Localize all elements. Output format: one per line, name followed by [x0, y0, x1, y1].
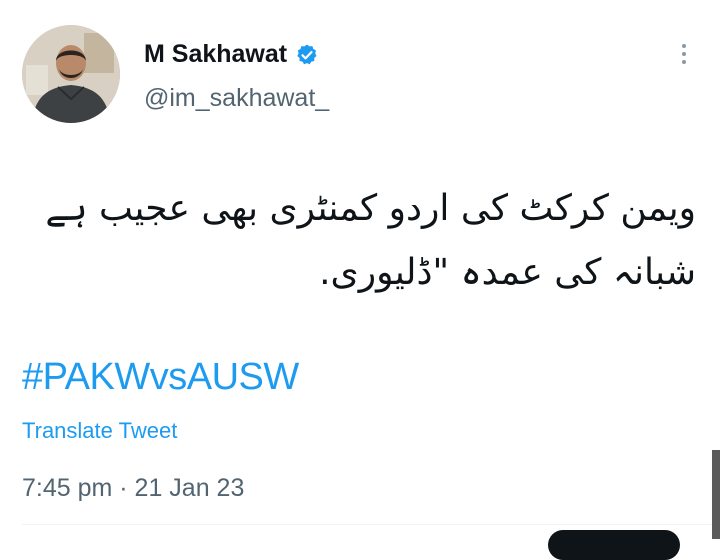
verified-badge-icon [295, 43, 319, 67]
translate-tweet-link[interactable]: Translate Tweet [22, 418, 177, 444]
author-name-row: M Sakhawat [144, 40, 319, 69]
bottom-action-button[interactable] [548, 530, 680, 560]
hashtag-link[interactable]: #PAKWvsAUSW [22, 356, 299, 399]
tweet-text-line-1: ویمن کرکٹ کی اردو کمنٹری بھی عجیب ہے [45, 188, 696, 229]
author-handle[interactable]: @im_sakhawat_ [144, 84, 329, 113]
tweet-text-line-2: شبانہ کی عمدہ "ڈلیوری. [319, 252, 696, 293]
more-dot [682, 44, 686, 48]
author-display-name[interactable]: M Sakhawat [144, 40, 287, 69]
more-dot [682, 60, 686, 64]
avatar-photo [22, 25, 120, 123]
more-dot [682, 52, 686, 56]
more-options-icon[interactable] [668, 38, 700, 70]
divider [22, 524, 720, 525]
scrollbar-thumb[interactable] [712, 450, 720, 539]
tweet-timestamp[interactable]: 7:45 pm · 21 Jan 23 [22, 474, 244, 503]
author-avatar[interactable] [22, 25, 120, 123]
